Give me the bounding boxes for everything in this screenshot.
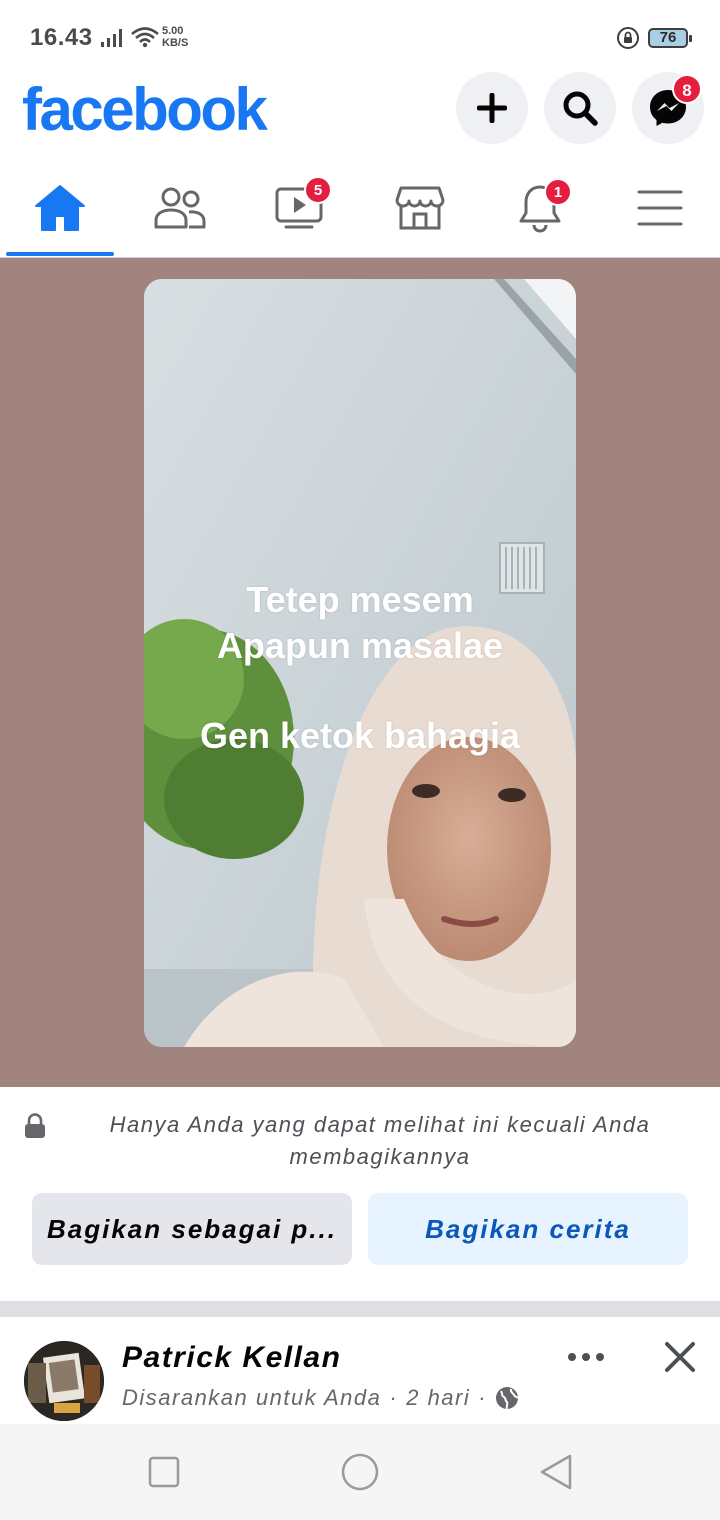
recent-apps-button[interactable] (134, 1448, 194, 1496)
home-icon (35, 185, 85, 231)
close-icon (665, 1342, 695, 1372)
tab-friends[interactable] (120, 160, 240, 256)
suggested-post-header: Patrick Kellan Disarankan untuk Anda · 2… (0, 1317, 720, 1424)
network-speed: 5.00 KB/S (162, 25, 188, 49)
search-icon (563, 91, 598, 126)
system-home-button[interactable] (330, 1448, 390, 1496)
story-preview-area: Tetep mesem Apapun masalae Gen ketok bah… (0, 258, 720, 1087)
network-speed-value: 5.00 (162, 25, 184, 37)
post-time[interactable]: 2 hari (406, 1385, 470, 1411)
globe-icon (496, 1387, 519, 1410)
circle-icon (341, 1453, 379, 1491)
notification-badge: 1 (544, 178, 572, 206)
plus-icon (477, 93, 507, 123)
share-as-button[interactable]: Bagikan sebagai p... (32, 1193, 352, 1265)
battery-indicator: 76 (648, 28, 692, 48)
avatar[interactable] (24, 1341, 104, 1421)
more-options-button[interactable] (560, 1337, 612, 1377)
status-time: 16.43 (30, 24, 93, 51)
app-header: facebook 8 (0, 72, 720, 152)
more-icon (568, 1353, 604, 1361)
rotation-lock-icon (617, 27, 639, 49)
meta-separator: · (478, 1385, 488, 1410)
messenger-button[interactable]: 8 (632, 72, 704, 144)
facebook-logo: facebook (22, 76, 268, 143)
story-text-line3: Gen ketok bahagia (199, 715, 521, 756)
status-bar: 16.43 5.00 KB/S 76 (0, 0, 720, 72)
wifi-icon (131, 27, 159, 48)
share-story-button[interactable]: Bagikan cerita (368, 1193, 688, 1265)
messenger-badge: 8 (672, 74, 702, 104)
system-nav-bar (0, 1424, 720, 1520)
main-tab-bar: 5 1 (0, 160, 720, 258)
avatar-image (24, 1341, 104, 1421)
tab-marketplace[interactable] (360, 160, 480, 256)
system-back-button[interactable] (526, 1448, 586, 1496)
network-speed-unit: KB/S (162, 37, 189, 49)
tab-home[interactable] (0, 160, 120, 256)
privacy-notice: Hanya Anda yang dapat melihat ini kecual… (0, 1087, 720, 1187)
lock-icon (25, 1113, 45, 1138)
hide-post-button[interactable] (656, 1335, 704, 1379)
meta-separator: · (389, 1385, 399, 1410)
tab-video[interactable]: 5 (240, 160, 360, 256)
create-button[interactable] (456, 72, 528, 144)
back-triangle-icon (540, 1454, 572, 1490)
privacy-text: Hanya Anda yang dapat melihat ini kecual… (109, 1112, 651, 1169)
tab-menu[interactable] (600, 160, 720, 256)
menu-icon (637, 190, 683, 226)
story-text-line1: Tetep mesem (246, 579, 474, 620)
friends-icon (154, 187, 206, 229)
section-divider (0, 1301, 720, 1317)
square-icon (148, 1456, 180, 1488)
post-meta: Disarankan untuk Anda · 2 hari · (122, 1385, 519, 1411)
signal-icon (101, 29, 122, 47)
story-text-line2: Apapun masalae (216, 625, 504, 666)
suggested-label: Disarankan untuk Anda (122, 1385, 382, 1410)
video-badge: 5 (304, 176, 332, 204)
story-card[interactable]: Tetep mesem Apapun masalae Gen ketok bah… (144, 279, 576, 1047)
post-author[interactable]: Patrick Kellan (122, 1341, 341, 1375)
tab-notifications[interactable]: 1 (480, 160, 600, 256)
marketplace-icon (395, 186, 445, 230)
search-button[interactable] (544, 72, 616, 144)
active-tab-indicator (6, 252, 114, 256)
